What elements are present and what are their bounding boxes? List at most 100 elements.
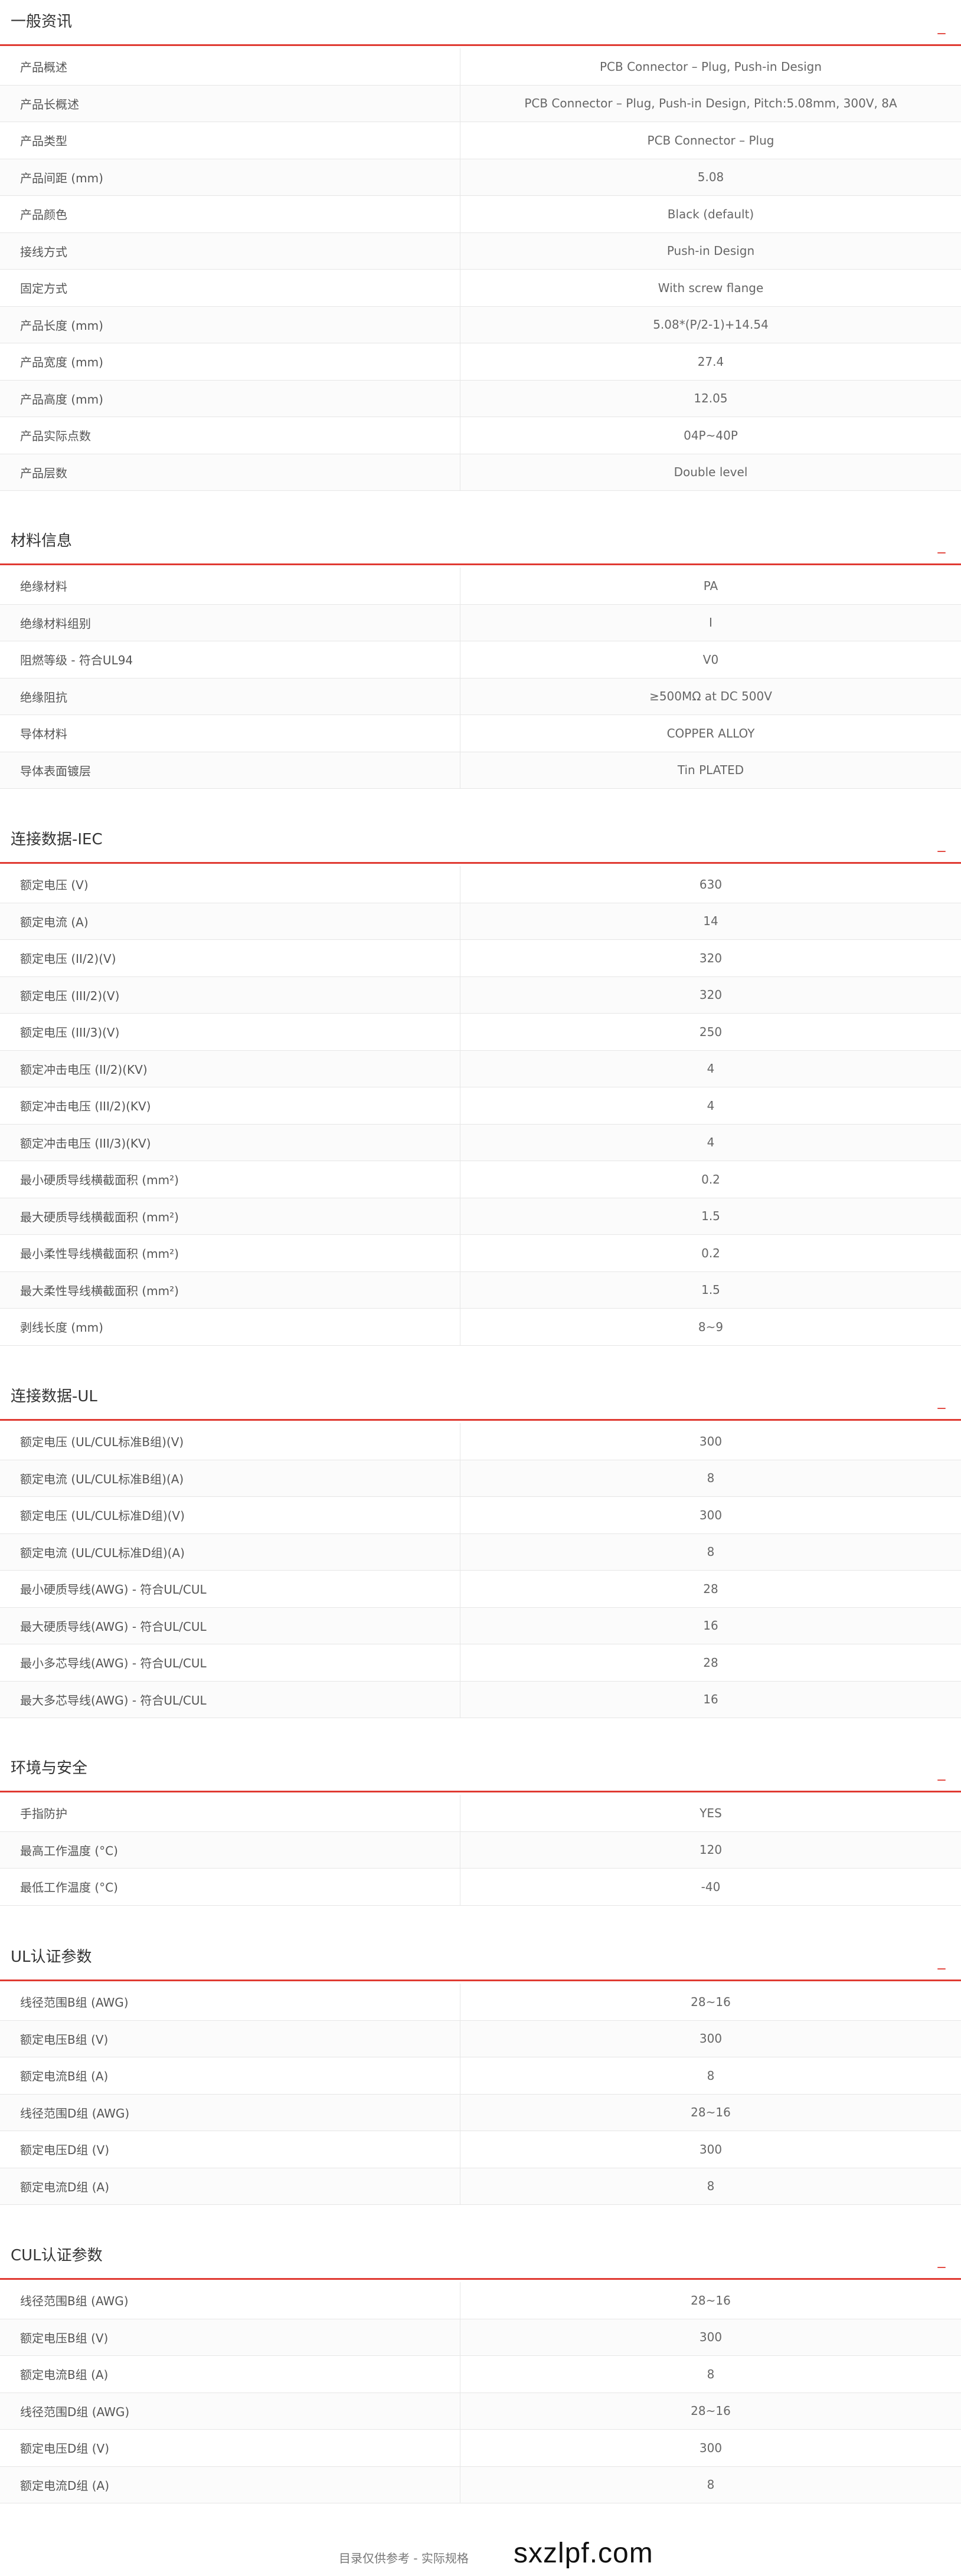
spec-value: 120 bbox=[699, 1843, 723, 1857]
table-row: 额定电压 (III/2)(V) 320 bbox=[0, 976, 961, 1014]
spec-label: 额定电压 (V) bbox=[0, 866, 460, 903]
spec-value: 300 bbox=[699, 2330, 723, 2345]
table-row: 最小硬质导线(AWG) - 符合UL/CUL 28 bbox=[0, 1571, 961, 1608]
spec-value: 4 bbox=[707, 1135, 715, 1150]
collapse-icon[interactable]: _ bbox=[935, 535, 948, 556]
spec-table: 产品概述 PCB Connector – Plug, Push-in Design… bbox=[0, 48, 961, 491]
spec-value: 300 bbox=[699, 2142, 723, 2157]
spec-label: 最小柔性导线横截面积 (mm²) bbox=[0, 1235, 460, 1271]
spec-value: Push-in Design bbox=[666, 244, 755, 258]
collapse-icon[interactable]: _ bbox=[935, 1390, 948, 1411]
spec-label: 产品类型 bbox=[0, 122, 460, 159]
spec-label: 最小多芯导线(AWG) - 符合UL/CUL bbox=[0, 1644, 460, 1681]
table-row: 额定电流 (UL/CUL标准B组)(A) 8 bbox=[0, 1460, 961, 1497]
spec-label: 绝缘阻抗 bbox=[0, 678, 460, 715]
spec-label: 额定冲击电压 (III/3)(KV) bbox=[0, 1124, 460, 1161]
spec-value: 04P~40P bbox=[684, 428, 738, 443]
spec-value: 5.08*(P/2-1)+14.54 bbox=[653, 317, 769, 332]
section-ul-certification: UL认证参数 _ 线径范围B组 (AWG) 28~16 额定电压B组 (V) 300 额… bbox=[0, 1935, 961, 2205]
table-row: 产品长概述 PCB Connector – Plug, Push-in Desig… bbox=[0, 85, 961, 122]
table-row: 额定电压D组 (V) 300 bbox=[0, 2131, 961, 2168]
spec-label: 最高工作温度 (°C) bbox=[0, 1831, 460, 1868]
spec-label: 导体材料 bbox=[0, 715, 460, 752]
spec-label: 产品层数 bbox=[0, 454, 460, 490]
spec-value: PCB Connector – Plug, Push-in Design, Pi… bbox=[524, 96, 897, 111]
spec-table: 线径范围B组 (AWG) 28~16 额定电压B组 (V) 300 额定电流B组 (A)… bbox=[0, 2282, 961, 2503]
section-title: CUL认证参数 bbox=[11, 2247, 103, 2264]
table-row: 产品概述 PCB Connector – Plug, Push-in Design bbox=[0, 48, 961, 86]
spec-table: 手指防护 YES 最高工作温度 (°C) 120 最低工作温度 (°C) -40 bbox=[0, 1795, 961, 1906]
spec-label: 最大多芯导线(AWG) - 符合UL/CUL bbox=[0, 1681, 460, 1718]
spec-value: 630 bbox=[699, 877, 723, 892]
section-header[interactable]: 环境与安全 _ bbox=[0, 1746, 961, 1792]
table-row: 最大硬质导线(AWG) - 符合UL/CUL 16 bbox=[0, 1607, 961, 1644]
spec-label: 最小硬质导线横截面积 (mm²) bbox=[0, 1161, 460, 1198]
table-row: 固定方式 With screw flange bbox=[0, 270, 961, 307]
section-cul-certification: CUL认证参数 _ 线径范围B组 (AWG) 28~16 额定电压B组 (V) 300… bbox=[0, 2234, 961, 2503]
spec-label: 剥线长度 (mm) bbox=[0, 1309, 460, 1345]
section-header[interactable]: 连接数据-UL _ bbox=[0, 1375, 961, 1421]
spec-label: 额定电压 (II/2)(V) bbox=[0, 940, 460, 976]
table-row: 最大柔性导线横截面积 (mm²) 1.5 bbox=[0, 1271, 961, 1309]
table-row: 阻燃等级 - 符合UL94 V0 bbox=[0, 641, 961, 679]
spec-label: 额定电压 (UL/CUL标准D组)(V) bbox=[0, 1497, 460, 1533]
table-row: 产品高度 (mm) 12.05 bbox=[0, 380, 961, 417]
spec-value: ≥500MΩ at DC 500V bbox=[649, 689, 772, 704]
spec-label: 最大硬质导线(AWG) - 符合UL/CUL bbox=[0, 1607, 460, 1644]
table-row: 额定电压 (III/3)(V) 250 bbox=[0, 1014, 961, 1051]
collapse-icon[interactable]: _ bbox=[935, 833, 948, 854]
spec-value: 16 bbox=[703, 1618, 718, 1633]
spec-value: V0 bbox=[702, 652, 719, 667]
section-title: 连接数据-IEC bbox=[11, 831, 103, 848]
spec-label: 额定电流B组 (A) bbox=[0, 2356, 460, 2393]
collapse-icon[interactable]: _ bbox=[935, 2249, 948, 2270]
spec-value: Tin PLATED bbox=[677, 763, 744, 778]
spec-value: COPPER ALLOY bbox=[666, 726, 755, 740]
table-row: 最小多芯导线(AWG) - 符合UL/CUL 28 bbox=[0, 1644, 961, 1682]
spec-label: 额定电压D组 (V) bbox=[0, 2131, 460, 2168]
spec-label: 阻燃等级 - 符合UL94 bbox=[0, 641, 460, 678]
table-row: 产品颜色 Black (default) bbox=[0, 196, 961, 233]
spec-label: 最低工作温度 (°C) bbox=[0, 1869, 460, 1905]
spec-value: I bbox=[709, 615, 712, 630]
table-row: 接线方式 Push-in Design bbox=[0, 232, 961, 270]
section-iec: 连接数据-IEC _ 额定电压 (V) 630 额定电流 (A) 14 额定电压 (II… bbox=[0, 818, 961, 1346]
table-row: 额定电压 (V) 630 bbox=[0, 866, 961, 903]
table-row: 最小硬质导线横截面积 (mm²) 0.2 bbox=[0, 1161, 961, 1198]
table-row: 绝缘材料 PA bbox=[0, 568, 961, 605]
spec-value: 250 bbox=[699, 1024, 723, 1039]
section-title: 环境与安全 bbox=[11, 1759, 88, 1777]
collapse-icon[interactable]: _ bbox=[935, 1762, 948, 1783]
table-row: 线径范围D组 (AWG) 28~16 bbox=[0, 2094, 961, 2131]
spec-label: 手指防护 bbox=[0, 1795, 460, 1831]
table-row: 产品长度 (mm) 5.08*(P/2-1)+14.54 bbox=[0, 306, 961, 343]
spec-value: 28 bbox=[703, 1581, 718, 1596]
spec-table: 额定电压 (UL/CUL标准B组)(V) 300 额定电流 (UL/CUL标准B组)… bbox=[0, 1423, 961, 1718]
section-header[interactable]: UL认证参数 _ bbox=[0, 1935, 961, 1981]
spec-value: 300 bbox=[699, 2031, 723, 2046]
spec-label: 额定电流 (UL/CUL标准B组)(A) bbox=[0, 1460, 460, 1496]
spec-label: 绝缘材料组别 bbox=[0, 604, 460, 641]
table-row: 额定冲击电压 (II/2)(KV) 4 bbox=[0, 1050, 961, 1087]
table-row: 额定电压 (UL/CUL标准D组)(V) 300 bbox=[0, 1497, 961, 1534]
spec-value: With screw flange bbox=[658, 280, 764, 295]
section-header[interactable]: 一般资讯 _ bbox=[0, 0, 961, 46]
spec-label: 额定电流 (UL/CUL标准D组)(A) bbox=[0, 1533, 460, 1570]
spec-label: 最大柔性导线横截面积 (mm²) bbox=[0, 1271, 460, 1308]
spec-value: 8 bbox=[707, 2068, 715, 2083]
spec-label: 额定电压 (III/3)(V) bbox=[0, 1014, 460, 1050]
spec-value: 8 bbox=[707, 1545, 715, 1559]
table-row: 线径范围B组 (AWG) 28~16 bbox=[0, 1984, 961, 2021]
spec-value: 14 bbox=[703, 914, 718, 929]
section-header[interactable]: 连接数据-IEC _ bbox=[0, 818, 961, 864]
spec-value: 8 bbox=[707, 2367, 715, 2381]
spec-value: 4 bbox=[707, 1098, 715, 1113]
spec-value: 28 bbox=[703, 1655, 718, 1670]
spec-value: PCB Connector – Plug bbox=[647, 133, 774, 148]
spec-value: 300 bbox=[699, 2440, 723, 2455]
collapse-icon[interactable]: _ bbox=[935, 15, 948, 37]
collapse-icon[interactable]: _ bbox=[935, 1951, 948, 1972]
section-header[interactable]: 材料信息 _ bbox=[0, 519, 961, 565]
section-header[interactable]: CUL认证参数 _ bbox=[0, 2234, 961, 2280]
table-row: 最高工作温度 (°C) 120 bbox=[0, 1831, 961, 1869]
